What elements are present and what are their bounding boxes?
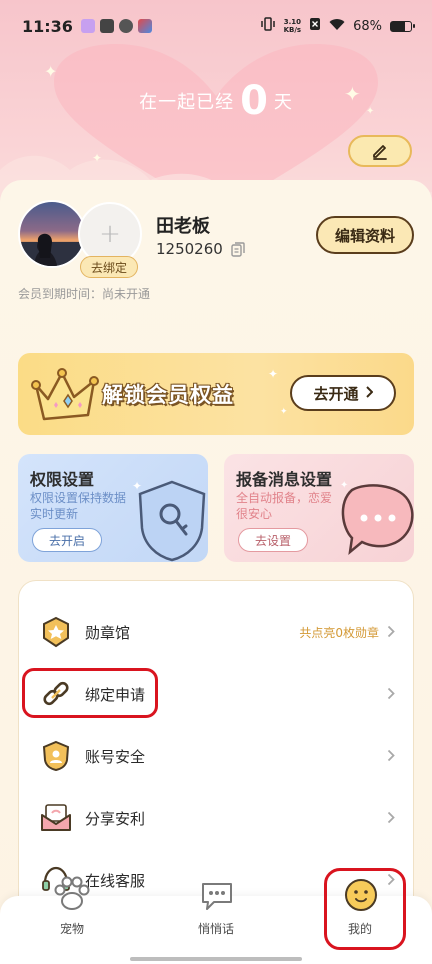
chat-bubble-icon bbox=[202, 883, 232, 910]
permission-settings-title: 权限设置 bbox=[30, 470, 95, 489]
together-counter: 在一起已经 0 天 bbox=[0, 78, 432, 124]
chevron-right-icon bbox=[387, 746, 395, 767]
nav-label: 我的 bbox=[347, 922, 372, 936]
network-speed-unit: KB/s bbox=[283, 26, 302, 34]
battery-percent: 68% bbox=[353, 18, 382, 34]
app-notification-icon bbox=[99, 19, 114, 33]
paw-icon bbox=[54, 876, 90, 910]
avatar[interactable] bbox=[18, 200, 86, 268]
svg-text:✦: ✦ bbox=[340, 480, 348, 491]
menu-item-account-security[interactable]: 账号安全 bbox=[19, 725, 415, 787]
permission-settings-card[interactable]: 权限设置 权限设置保持数据实时更新 去开启 ✦ bbox=[18, 454, 208, 562]
message-bubble-icon: ✦ bbox=[340, 480, 414, 556]
link-icon bbox=[39, 677, 73, 711]
status-bar: 11:36 3.10 KB/s 68% bbox=[0, 0, 432, 52]
vip-banner[interactable]: 解锁会员权益 ✦ ✦ 去开通 bbox=[18, 353, 414, 435]
together-days: 0 bbox=[240, 78, 268, 124]
menu-item-share[interactable]: 分享安利 bbox=[19, 787, 415, 849]
chevron-right-icon bbox=[387, 684, 395, 705]
app-notification-icon bbox=[137, 19, 152, 33]
menu-item-bind-request[interactable]: 绑定申请 bbox=[19, 663, 415, 725]
menu-label: 在线客服 bbox=[85, 871, 146, 890]
app-notification-icon bbox=[80, 19, 95, 33]
nickname: 田老板 bbox=[156, 216, 210, 237]
envelope-icon bbox=[39, 801, 73, 835]
avatar-photo bbox=[20, 233, 84, 266]
pencil-icon bbox=[373, 145, 387, 160]
chevron-right-icon bbox=[365, 384, 373, 402]
medal-icon bbox=[39, 615, 73, 649]
no-sim-icon bbox=[309, 17, 321, 35]
sparkle-icon: ✦ bbox=[92, 151, 103, 165]
medal-count-text: 共点亮0枚勋章 bbox=[299, 625, 379, 640]
menu-label: 绑定申请 bbox=[85, 685, 146, 704]
smiley-icon bbox=[345, 879, 377, 911]
nav-tab-whisper[interactable]: 悄悄话 bbox=[166, 883, 266, 964]
sparkle-icon: ✦ bbox=[268, 367, 279, 381]
chevron-right-icon bbox=[387, 870, 395, 891]
crown-icon bbox=[31, 368, 99, 421]
permission-enable-button[interactable]: 去开启 bbox=[32, 528, 102, 552]
user-id-row: 1250260 bbox=[156, 240, 245, 258]
chevron-right-icon bbox=[387, 622, 395, 643]
svg-text:✦: ✦ bbox=[132, 479, 142, 493]
status-time: 11:36 bbox=[22, 16, 73, 36]
chevron-right-icon bbox=[387, 808, 395, 829]
menu-item-medal-hall[interactable]: 勋章馆 共点亮0枚勋章 bbox=[19, 601, 415, 663]
menu-label: 勋章馆 bbox=[85, 623, 131, 642]
bottom-navigation: 宠物 悄悄话 我的 bbox=[0, 876, 432, 964]
network-speed: 3.10 KB/s bbox=[284, 18, 301, 34]
menu-label: 账号安全 bbox=[85, 747, 146, 766]
membership-expiry: 会员到期时间：尚未开通 bbox=[18, 287, 151, 301]
profile-section: + 去绑定 田老板 1250260 编辑资料 会员到期时间：尚未开通 bbox=[18, 200, 418, 310]
nav-tab-mine[interactable]: 我的 bbox=[310, 879, 410, 964]
app-notification-icon bbox=[118, 19, 133, 33]
edit-profile-button[interactable]: 编辑资料 bbox=[316, 216, 414, 254]
network-speed-value: 3.10 bbox=[283, 18, 301, 26]
vip-activate-label: 去开通 bbox=[313, 384, 359, 403]
main-panel: + 去绑定 田老板 1250260 编辑资料 会员到期时间：尚未开通 解锁会员权… bbox=[0, 180, 432, 964]
copy-icon[interactable] bbox=[231, 241, 245, 257]
report-message-settings-card[interactable]: 报备消息设置 全自动报备，恋爱很安心 去设置 ✦ bbox=[224, 454, 414, 562]
report-settings-title: 报备消息设置 bbox=[236, 470, 333, 489]
menu-label: 分享安利 bbox=[85, 809, 146, 828]
plus-icon: + bbox=[99, 219, 121, 249]
user-id: 1250260 bbox=[156, 240, 223, 258]
together-prefix: 在一起已经 bbox=[139, 92, 235, 113]
wifi-icon bbox=[329, 18, 345, 35]
together-suffix: 天 bbox=[273, 92, 293, 113]
permission-settings-desc: 权限设置保持数据实时更新 bbox=[30, 491, 127, 521]
vip-banner-title: 解锁会员权益 bbox=[102, 383, 234, 407]
vibrate-icon bbox=[260, 17, 276, 35]
vip-activate-button[interactable]: 去开通 bbox=[290, 375, 396, 411]
shield-user-icon bbox=[39, 739, 73, 773]
nav-tab-pet[interactable]: 宠物 bbox=[22, 876, 122, 964]
nav-label: 宠物 bbox=[59, 922, 84, 936]
report-settings-button[interactable]: 去设置 bbox=[238, 528, 308, 552]
bind-partner-button[interactable]: 去绑定 bbox=[80, 256, 138, 278]
sparkle-icon: ✦ bbox=[280, 407, 288, 417]
home-indicator[interactable] bbox=[130, 957, 302, 961]
edit-anniversary-button[interactable] bbox=[348, 135, 412, 167]
report-settings-desc: 全自动报备，恋爱很安心 bbox=[236, 491, 333, 521]
shield-key-icon: ✦ bbox=[132, 479, 206, 562]
nav-label: 悄悄话 bbox=[197, 922, 234, 936]
battery-icon bbox=[390, 20, 415, 32]
